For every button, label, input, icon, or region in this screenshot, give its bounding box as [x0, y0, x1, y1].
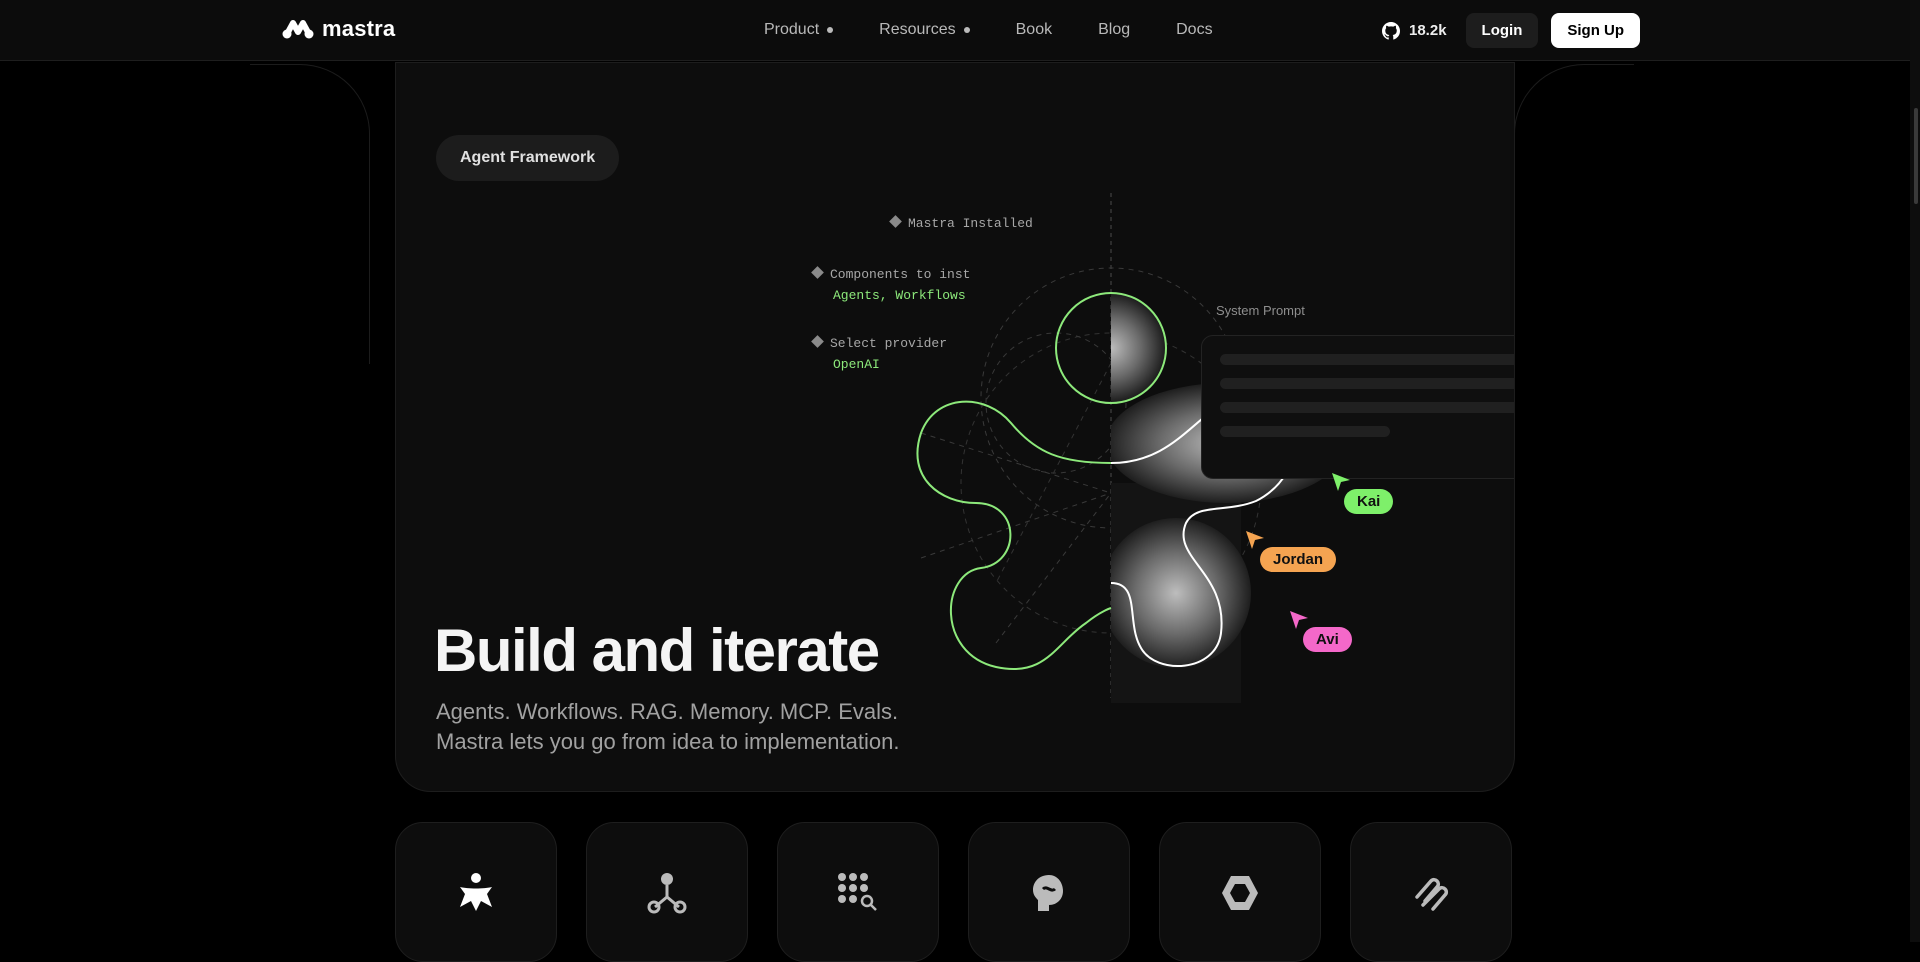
login-button[interactable]: Login: [1465, 13, 1539, 48]
main-menu: Product Resources Book Blog Docs: [764, 0, 1259, 60]
decorative-frame-left: [250, 64, 370, 364]
prompt-placeholder-line: [1220, 378, 1514, 389]
brand-logo[interactable]: mastra: [282, 16, 395, 42]
step-diamond-icon: [811, 266, 824, 279]
nav-product[interactable]: Product: [764, 21, 834, 39]
dropdown-dot-icon: [827, 27, 834, 33]
feature-tile-workflows[interactable]: [586, 822, 748, 962]
github-stars-link[interactable]: 18.2k: [1382, 21, 1447, 40]
system-prompt-label: System Prompt: [1216, 303, 1305, 318]
nav-actions: 18.2k Login Sign Up: [1382, 13, 1641, 48]
avi-cursor-icon: [1290, 611, 1308, 629]
hero-subtitle-line: Mastra lets you go from idea to implemen…: [436, 729, 900, 754]
step-value: OpenAI: [833, 357, 880, 372]
cursor-tag-kai: Kai: [1344, 489, 1394, 514]
feature-tile-rag[interactable]: [777, 822, 939, 962]
mcp-icon: [1222, 876, 1258, 910]
step-value: Agents, Workflows: [833, 288, 966, 303]
kai-cursor-icon: [1332, 473, 1350, 491]
step-diamond-icon: [811, 335, 824, 348]
hero-subtitle-line: Agents. Workflows. RAG. Memory. MCP. Eva…: [436, 699, 899, 724]
nav-label: Docs: [1176, 21, 1213, 38]
prompt-placeholder-line: [1220, 354, 1514, 365]
nav-label: Resources: [879, 21, 956, 38]
nav-blog[interactable]: Blog: [1098, 21, 1130, 39]
decorative-frame-right: [1514, 64, 1634, 364]
setup-step-components: Components to inst Agents, Workflows: [811, 264, 971, 306]
nav-label: Product: [764, 21, 820, 38]
agent-icon: [460, 873, 492, 911]
jordan-cursor-icon: [1246, 531, 1264, 549]
brand-name: mastra: [322, 16, 396, 41]
scrollbar-thumb[interactable]: [1914, 108, 1918, 204]
dropdown-dot-icon: [963, 27, 970, 33]
step-diamond-icon: [889, 215, 902, 228]
step-label: Select provider: [830, 336, 948, 351]
mastra-logo-icon: [282, 20, 314, 39]
feature-tile-agents[interactable]: [395, 822, 557, 962]
prompt-placeholder-line: [1220, 402, 1514, 413]
step-label: Components to inst: [830, 267, 971, 282]
memory-icon: [1033, 875, 1063, 911]
nav-label: Book: [1015, 21, 1053, 38]
cursor-tag-avi: Avi: [1303, 627, 1352, 652]
feature-tiles: [395, 822, 1512, 962]
nav-docs[interactable]: Docs: [1176, 21, 1212, 39]
page-scrollbar[interactable]: [1910, 0, 1920, 942]
hero-title: Build and iterate: [434, 617, 880, 684]
prompt-placeholder-line: [1220, 426, 1390, 437]
github-star-count: 18.2k: [1409, 22, 1447, 39]
evals-icon: [1415, 877, 1449, 911]
feature-tile-evals[interactable]: [1350, 822, 1512, 962]
nav-label: Blog: [1098, 21, 1131, 38]
github-icon: [1382, 21, 1400, 40]
nav-resources[interactable]: Resources: [879, 21, 970, 39]
hero-subtitle: Agents. Workflows. RAG. Memory. MCP. Eva…: [436, 697, 899, 757]
rag-icon: [838, 873, 877, 911]
cursor-tag-jordan: Jordan: [1260, 547, 1337, 572]
setup-step-provider: Select provider OpenAI: [811, 333, 948, 375]
workflow-icon: [647, 873, 687, 914]
feature-tile-mcp[interactable]: [1159, 822, 1321, 962]
feature-tile-memory[interactable]: [968, 822, 1130, 962]
top-nav: mastra Product Resources Book Blog Docs …: [0, 0, 1910, 61]
hero-section: Agent Framework Mastra Installed Compone…: [395, 62, 1515, 792]
signup-button[interactable]: Sign Up: [1551, 13, 1641, 48]
system-prompt-panel: [1201, 335, 1514, 479]
setup-step-installed: Mastra Installed: [889, 213, 1033, 234]
nav-book[interactable]: Book: [1016, 21, 1052, 39]
step-label: Mastra Installed: [908, 216, 1033, 231]
